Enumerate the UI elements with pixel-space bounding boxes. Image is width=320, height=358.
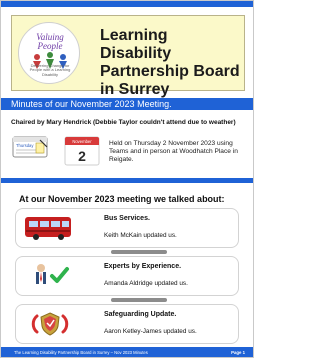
calendar-day: Thursday — [16, 143, 34, 148]
valuing-people-logo: Valuing People Delivering Change for Peo… — [18, 22, 80, 84]
footer: The Learning Disability Partnership Boar… — [1, 347, 253, 357]
item-subtitle: Keith McKain updated us. — [104, 232, 177, 239]
item-subtitle: Aaron Ketley-James updated us. — [104, 328, 197, 335]
item-separator — [111, 250, 167, 254]
expert-icon — [36, 264, 69, 284]
item-subtitle: Amanda Aldridge updated us. — [104, 280, 188, 287]
minutes-banner: Minutes of our November 2023 Meeting. — [1, 98, 253, 110]
chair-line: Chaired by Mary Hendrick (Debbie Taylor … — [11, 119, 236, 126]
item-experts-by-experience: Experts by Experience. Amanda Aldridge u… — [15, 256, 239, 296]
header-box: Valuing People Delivering Change for Peo… — [11, 15, 245, 98]
footer-page-number: Page 1 — [231, 350, 245, 355]
page: Valuing People Delivering Change for Peo… — [0, 0, 254, 358]
talked-about-title: At our November 2023 meeting we talked a… — [19, 194, 225, 204]
badge-day: 2 — [78, 148, 86, 164]
page-title: Learning Disability Partnership Board in… — [100, 27, 240, 98]
calendar-icon: Thursday — [12, 136, 48, 158]
shield-alarm-icon — [31, 312, 69, 336]
section-divider — [1, 178, 253, 183]
bus-icon — [25, 217, 71, 240]
item-safeguarding-update: Safeguarding Update. Aaron Ketley-James … — [15, 304, 239, 344]
item-title: Bus Services. — [104, 215, 150, 222]
item-title: Safeguarding Update. — [104, 311, 177, 318]
logo-subtext: Delivering Change for People with a Lear… — [29, 63, 71, 77]
item-title: Experts by Experience. — [104, 263, 182, 270]
date-badge-icon: November 2 — [64, 136, 100, 166]
top-band — [1, 1, 253, 7]
footer-text: The Learning Disability Partnership Boar… — [14, 350, 148, 355]
item-bus-services: Bus Services. Keith McKain updated us. — [15, 208, 239, 248]
badge-month: November — [72, 139, 92, 144]
held-text: Held on Thursday 2 November 2023 using T… — [109, 140, 238, 163]
item-separator — [111, 298, 167, 302]
